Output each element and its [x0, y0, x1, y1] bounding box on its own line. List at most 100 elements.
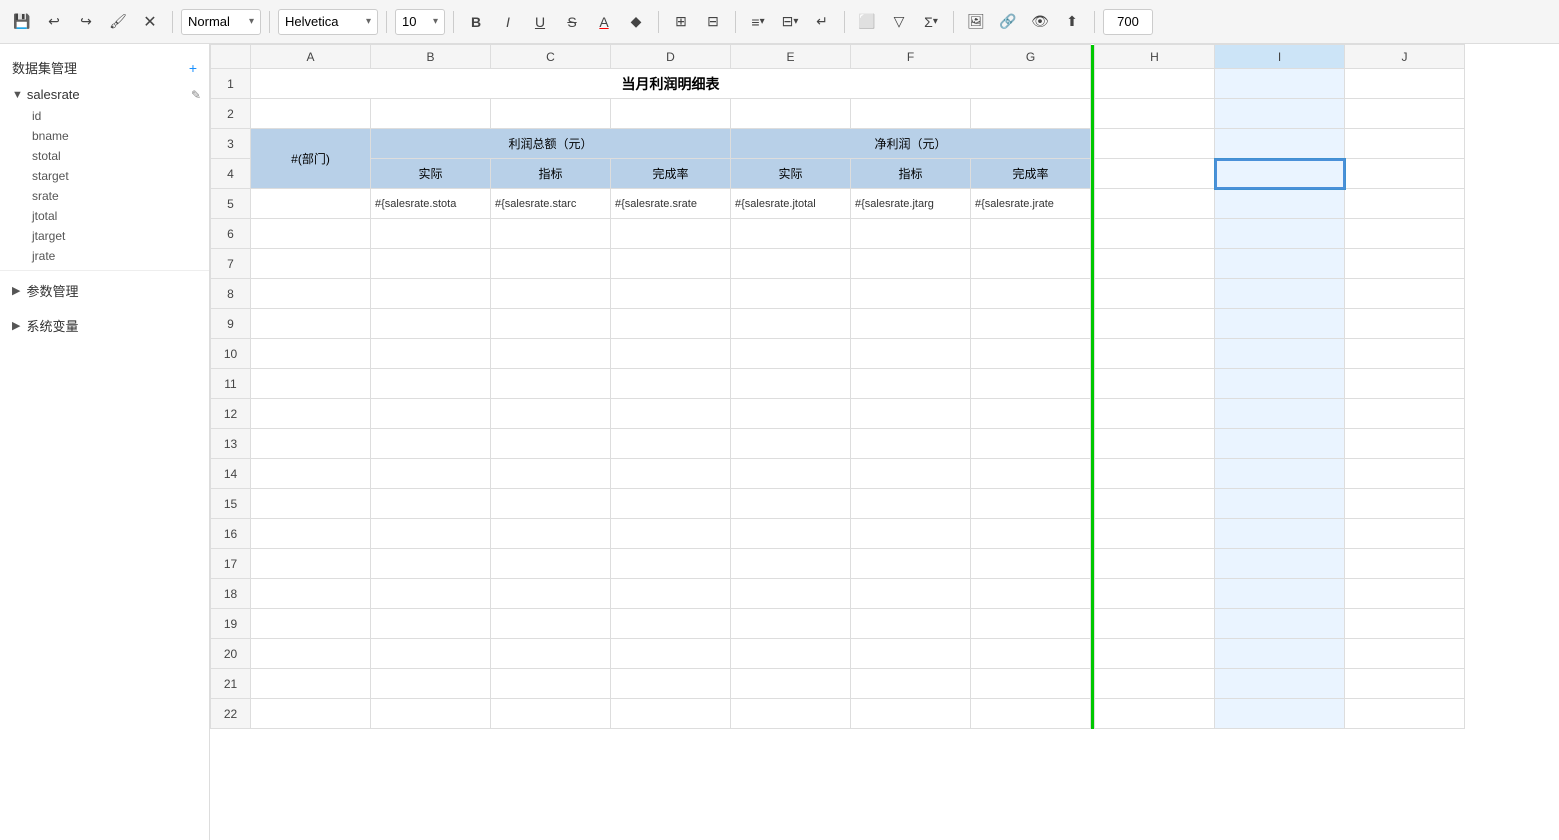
zoom-input[interactable]	[1103, 9, 1153, 35]
col-header-A[interactable]: A	[251, 45, 371, 69]
format-button[interactable]: 🖌	[104, 8, 132, 36]
cell-H4[interactable]	[1095, 159, 1215, 189]
table-row: 22	[211, 699, 1465, 729]
cell-actual1-header[interactable]: 实际	[371, 159, 491, 189]
freeze-button[interactable]: ⬜	[853, 8, 881, 36]
cell-net-profit-header[interactable]: 净利润（元）	[731, 129, 1091, 159]
size-dropdown[interactable]: 10 ▾	[395, 9, 445, 35]
cell-H1[interactable]	[1095, 69, 1215, 99]
cell-D2[interactable]	[611, 99, 731, 129]
add-dataset-button[interactable]: +	[189, 60, 197, 76]
cell-G5-jrate[interactable]: #{salesrate.jrate	[971, 189, 1091, 219]
wrap-button[interactable]: ↵	[808, 8, 836, 36]
col-header-F[interactable]: F	[851, 45, 971, 69]
edit-dataset-icon[interactable]: ✎	[191, 88, 201, 102]
col-header-E[interactable]: E	[731, 45, 851, 69]
col-header-I[interactable]: I	[1215, 45, 1345, 69]
sidebar: 数据集管理 + ▼ salesrate ✎ id bname stotal st…	[0, 44, 210, 840]
row-num-9: 9	[211, 309, 251, 339]
align-button[interactable]: ≡ ▾	[744, 8, 772, 36]
bold-button[interactable]: B	[462, 8, 490, 36]
cell-A1-title[interactable]: 当月利润明细表	[251, 69, 1091, 99]
formula-button[interactable]: Σ ▾	[917, 8, 945, 36]
sidebar-dataset-salesrate[interactable]: ▼ salesrate ✎	[0, 83, 209, 106]
cell-I5[interactable]	[1215, 189, 1345, 219]
cell-actual2-header[interactable]: 实际	[731, 159, 851, 189]
cell-I1[interactable]	[1215, 69, 1345, 99]
underline-button[interactable]: U	[526, 8, 554, 36]
cell-A5[interactable]	[251, 189, 371, 219]
cell-G2[interactable]	[971, 99, 1091, 129]
cell-B2[interactable]	[371, 99, 491, 129]
cell-J2[interactable]	[1345, 99, 1465, 129]
style-dropdown[interactable]: Normal ▾	[181, 9, 261, 35]
cell-J3[interactable]	[1345, 129, 1465, 159]
col-header-G[interactable]: G	[971, 45, 1091, 69]
cell-D5-srate[interactable]: #{salesrate.srate	[611, 189, 731, 219]
col-header-J[interactable]: J	[1345, 45, 1465, 69]
field-label-id: id	[32, 109, 41, 123]
cell-B5-stotal[interactable]: #{salesrate.stota	[371, 189, 491, 219]
sidebar-field-stotal[interactable]: stotal	[0, 146, 209, 166]
sidebar-field-starget[interactable]: starget	[0, 166, 209, 186]
cell-E2[interactable]	[731, 99, 851, 129]
cell-dept-header[interactable]: #(部门)	[251, 129, 371, 189]
image-button[interactable]: 🖼	[962, 8, 990, 36]
cell-H5[interactable]	[1095, 189, 1215, 219]
strikethrough-button[interactable]: S	[558, 8, 586, 36]
cell-E5-jtotal[interactable]: #{salesrate.jtotal	[731, 189, 851, 219]
col-header-B[interactable]: B	[371, 45, 491, 69]
cell-J4[interactable]	[1345, 159, 1465, 189]
font-dropdown-value: Helvetica	[285, 14, 362, 29]
eye-button[interactable]: 👁	[1026, 8, 1054, 36]
sidebar-field-bname[interactable]: bname	[0, 126, 209, 146]
share-button[interactable]: ⬆	[1058, 8, 1086, 36]
cell-A2[interactable]	[251, 99, 371, 129]
merge-button[interactable]: ⊟	[699, 8, 727, 36]
font-dropdown[interactable]: Helvetica ▾	[278, 9, 378, 35]
cell-target2-header[interactable]: 指标	[851, 159, 971, 189]
cell-target1-header[interactable]: 指标	[491, 159, 611, 189]
border-button[interactable]: ⊞	[667, 8, 695, 36]
cell-I3[interactable]	[1215, 129, 1345, 159]
row-num-8: 8	[211, 279, 251, 309]
spreadsheet-area[interactable]: A B C D E F G H I J 1	[210, 44, 1559, 840]
cell-C2[interactable]	[491, 99, 611, 129]
link-button[interactable]: 🔗	[994, 8, 1022, 36]
italic-button[interactable]: I	[494, 8, 522, 36]
col-header-H[interactable]: H	[1095, 45, 1215, 69]
cell-profit-total-header[interactable]: 利润总额（元）	[371, 129, 731, 159]
redo-button[interactable]: ↪	[72, 8, 100, 36]
font-color-button[interactable]: A	[590, 8, 618, 36]
cell-I2[interactable]	[1215, 99, 1345, 129]
cell-H3[interactable]	[1095, 129, 1215, 159]
cell-J5[interactable]	[1345, 189, 1465, 219]
save-button[interactable]: 💾	[8, 8, 36, 36]
col-header-C[interactable]: C	[491, 45, 611, 69]
valign-button[interactable]: ⊟ ▾	[776, 8, 804, 36]
net-profit-label: 净利润（元）	[874, 137, 946, 151]
cell-H2[interactable]	[1095, 99, 1215, 129]
clear-button[interactable]: ✕	[136, 8, 164, 36]
target1-label: 指标	[538, 167, 562, 181]
sidebar-section-params[interactable]: ▶ 参数管理	[0, 275, 209, 306]
row-num-11: 11	[211, 369, 251, 399]
filter-button[interactable]: ▽	[885, 8, 913, 36]
sidebar-field-jrate[interactable]: jrate	[0, 246, 209, 266]
image-icon: 🖼	[967, 13, 985, 30]
sidebar-field-id[interactable]: id	[0, 106, 209, 126]
cell-J1[interactable]	[1345, 69, 1465, 99]
cell-C5-starget[interactable]: #{salesrate.starc	[491, 189, 611, 219]
cell-I4-selected[interactable]	[1215, 159, 1345, 189]
cell-F5-jtarget[interactable]: #{salesrate.jtarg	[851, 189, 971, 219]
sidebar-field-jtarget[interactable]: jtarget	[0, 226, 209, 246]
cell-F2[interactable]	[851, 99, 971, 129]
cell-completion2-header[interactable]: 完成率	[971, 159, 1091, 189]
sidebar-field-srate[interactable]: srate	[0, 186, 209, 206]
fill-color-button[interactable]: ◆	[622, 8, 650, 36]
cell-completion1-header[interactable]: 完成率	[611, 159, 731, 189]
col-header-D[interactable]: D	[611, 45, 731, 69]
sidebar-field-jtotal[interactable]: jtotal	[0, 206, 209, 226]
sidebar-section-vars[interactable]: ▶ 系统变量	[0, 310, 209, 341]
undo-button[interactable]: ↩	[40, 8, 68, 36]
